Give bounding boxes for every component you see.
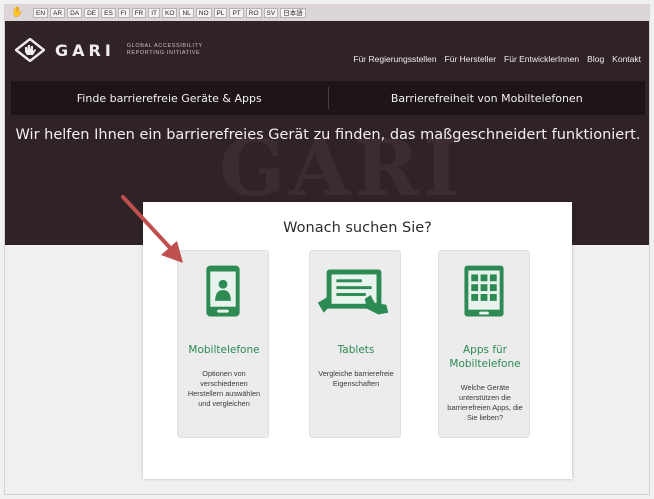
language-button[interactable]: NL (179, 8, 194, 18)
tile-description: Optionen von verschiedenen Herstellern a… (187, 369, 261, 408)
logo-subtitle: GLOBAL ACCESSIBILITY REPORTING INITIATIV… (127, 43, 217, 57)
language-button[interactable]: AR (50, 8, 66, 18)
language-list: EN AR DA DE ES FI FR IT KO NL NO PL PT RO SV 日本語 (33, 8, 306, 18)
language-button[interactable]: SV (263, 8, 279, 18)
language-bar: ✋ EN AR DA DE ES FI FR IT KO NL NO PL PT RO SV 日本語 (5, 5, 649, 21)
language-button[interactable]: DE (84, 8, 100, 18)
logo-subtitle-line1: GLOBAL ACCESSIBILITY (126, 43, 203, 49)
tile-description: Welche Geräte unterstützen die barrieref… (447, 383, 523, 422)
nav-entwicklerinnen[interactable]: Für EntwicklerInnen (504, 54, 579, 64)
tile-label: Apps für Mobiltelefone (449, 344, 521, 370)
language-button[interactable]: KO (162, 8, 178, 18)
language-button[interactable]: IT (148, 8, 161, 18)
nav-hersteller[interactable]: Für Hersteller (445, 54, 496, 64)
tile-apps[interactable]: Apps für Mobiltelefone Welche Geräte unt… (438, 250, 530, 438)
sign-language-icon: ✋ (11, 7, 24, 18)
apps-icon (464, 265, 504, 317)
main-navigation: Finde barrierefreie Geräte & Apps Barrie… (11, 81, 645, 115)
tile-mobiltelefone[interactable]: Mobiltelefone Optionen von verschiedenen… (177, 250, 269, 438)
mainnav-mobile-accessibility[interactable]: Barrierefreiheit von Mobiltelefonen (329, 81, 646, 115)
top-navigation: Für Regierungsstellen Für Hersteller Für… (353, 54, 641, 64)
tile-tablets[interactable]: Tablets Vergleiche barrierefreie Eigensc… (309, 250, 401, 438)
nav-regierungsstellen[interactable]: Für Regierungsstellen (353, 54, 436, 64)
nav-blog[interactable]: Blog (587, 54, 604, 64)
language-button[interactable]: DA (67, 8, 83, 18)
tile-description: Vergleiche barrierefreie Eigenschaften (318, 369, 394, 388)
logo-name: GARI (55, 40, 115, 60)
nav-kontakt[interactable]: Kontakt (612, 54, 641, 64)
language-button[interactable]: RO (245, 8, 262, 18)
language-button[interactable]: FR (131, 8, 147, 18)
language-button[interactable]: PT (229, 8, 244, 18)
gari-logo[interactable]: GARI GLOBAL ACCESSIBILITY REPORTING INIT… (15, 38, 217, 62)
language-button[interactable]: 日本語 (280, 8, 306, 18)
page-frame: GARI ✋ EN AR DA DE ES FI FR IT KO NL NO PL PT RO SV 日本語… (4, 4, 650, 495)
tablet-icon (317, 269, 389, 315)
language-button[interactable]: NO (195, 8, 212, 18)
tagline: Wir helfen Ihnen ein barrierefreies Gerä… (15, 127, 641, 143)
red-arrow-icon (121, 195, 183, 263)
tile-label: Mobiltelefone (188, 344, 260, 356)
card-title: Wonach suchen Sie? (283, 220, 432, 236)
tile-label: Tablets (337, 344, 375, 356)
search-card: Wonach suchen Sie? Mobiltelefone Optione… (143, 202, 572, 479)
language-button[interactable]: PL (213, 8, 228, 18)
language-button[interactable]: ES (101, 8, 116, 18)
language-button[interactable]: EN (33, 8, 49, 18)
language-button[interactable]: FI (117, 8, 130, 18)
logo-subtitle-line2: REPORTING INITIATIVE (126, 50, 201, 56)
hand-diamond-logo-icon (15, 38, 45, 62)
mainnav-find-devices[interactable]: Finde barrierefreie Geräte & Apps (11, 81, 328, 115)
